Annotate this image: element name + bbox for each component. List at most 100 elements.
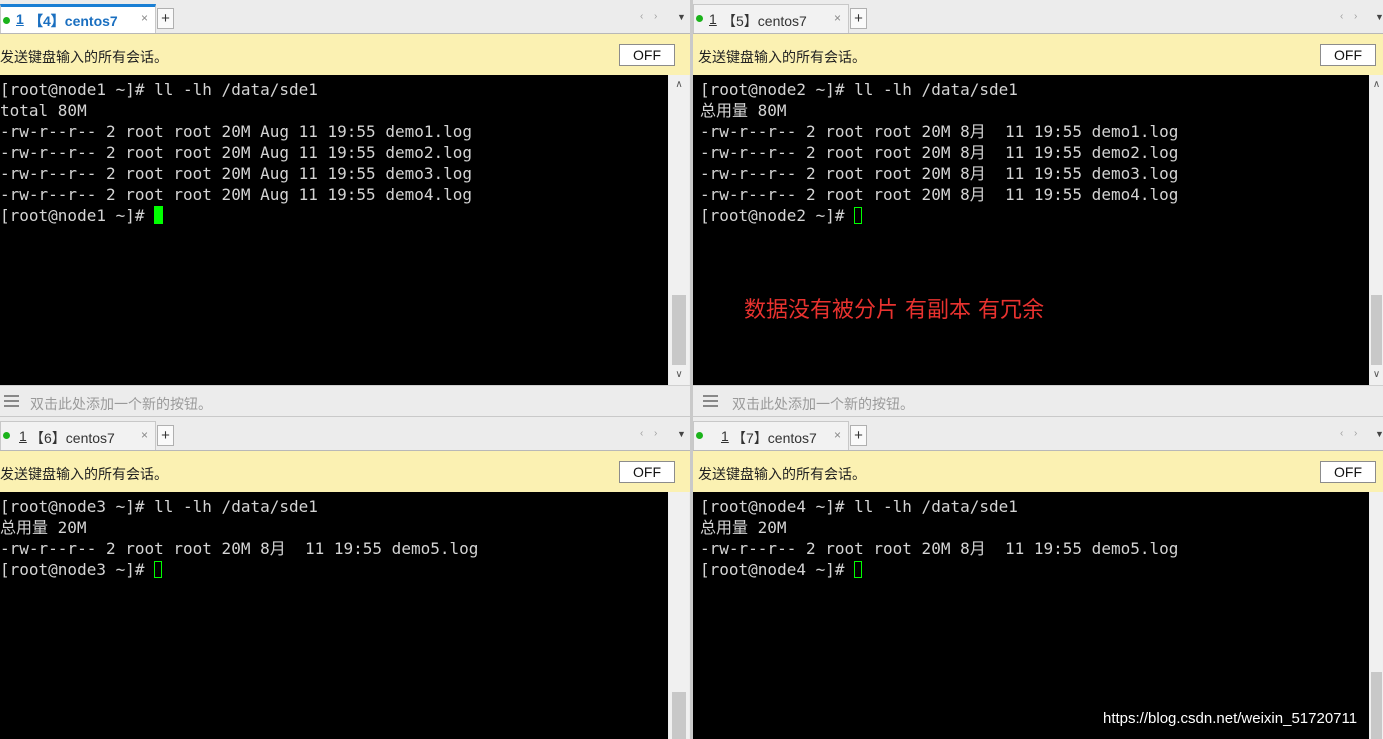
terminal-prompt: [root@node3 ~]# <box>0 560 155 579</box>
terminal-line: -rw-r--r-- 2 root root 20M 8月 11 19:55 d… <box>700 143 1179 162</box>
terminal-prompt-line: [root@node3 ~]# <box>0 559 163 580</box>
scroll-tabs-right-icon[interactable]: › <box>654 11 657 22</box>
scroll-tabs-left-icon[interactable]: ‹ <box>640 11 643 22</box>
terminal-line: -rw-r--r-- 2 root root 20M Aug 11 19:55 … <box>0 185 473 204</box>
vertical-scrollbar[interactable] <box>669 492 689 739</box>
terminal-line: -rw-r--r-- 2 root root 20M Aug 11 19:55 … <box>0 164 473 183</box>
scroll-up-icon[interactable]: ∧ <box>669 77 689 93</box>
terminal-line: [root@node3 ~]# ll -lh /data/sde1 <box>0 497 318 516</box>
close-tab-icon[interactable]: × <box>141 11 148 25</box>
broadcast-label: 发送键盘输入的所有会话。 <box>698 49 866 65</box>
connected-status-icon <box>696 432 703 439</box>
terminal-prompt-line: [root@node4 ~]# <box>700 559 863 580</box>
tab-title: 【7】centos7 <box>732 430 817 446</box>
scrollbar-thumb[interactable] <box>1371 672 1382 739</box>
button-bar-hint: 双击此处添加一个新的按钮。 <box>30 396 212 412</box>
terminal-line: -rw-r--r-- 2 root root 20M Aug 11 19:55 … <box>0 122 473 141</box>
tab-list-menu-icon[interactable]: ▼ <box>1375 429 1383 439</box>
broadcast-label: 发送键盘输入的所有会话。 <box>698 466 866 482</box>
session-tab[interactable]: 1 【6】centos7 × <box>0 421 156 450</box>
scroll-tabs-left-icon[interactable]: ‹ <box>1340 11 1343 22</box>
broadcast-off-button[interactable]: OFF <box>1320 44 1376 66</box>
annotation-text: 数据没有被分片 有副本 有冗余 <box>744 298 1044 323</box>
session-pane-2: 1 【5】centos7 × + ‹ › ▼ 发送键盘输入的所有会话。 OFF … <box>693 0 1383 416</box>
terminal-line: [root@node1 ~]# ll -lh /data/sde1 <box>0 80 318 99</box>
tab-title: 【5】centos7 <box>722 13 807 29</box>
broadcast-label: 发送键盘输入的所有会话。 <box>0 466 168 482</box>
tab-number: 1 <box>19 428 27 444</box>
terminal-output[interactable]: [root@node2 ~]# ll -lh /data/sde1 总用量 80… <box>693 75 1369 385</box>
scroll-down-icon[interactable]: ∨ <box>1370 367 1383 383</box>
tab-bar: 1 【5】centos7 × + ‹ › ▼ <box>693 0 1383 34</box>
broadcast-bar: 发送键盘输入的所有会话。 OFF <box>0 34 690 75</box>
tab-bar: 1 【4】centos7 × + ‹ › ▼ <box>0 0 690 34</box>
button-bar-hint: 双击此处添加一个新的按钮。 <box>732 396 914 412</box>
terminal-line: 总用量 20M <box>700 518 787 537</box>
tab-list-menu-icon[interactable]: ▼ <box>1375 12 1383 22</box>
hamburger-menu-icon[interactable] <box>4 395 19 407</box>
vertical-scrollbar[interactable]: ∧ ∨ <box>669 75 689 385</box>
scroll-tabs-right-icon[interactable]: › <box>1354 428 1357 439</box>
broadcast-off-button[interactable]: OFF <box>619 461 675 483</box>
close-tab-icon[interactable]: × <box>834 11 841 25</box>
terminal-prompt-line: [root@node2 ~]# <box>700 205 863 226</box>
terminal-line: 总用量 20M <box>0 518 87 537</box>
terminal-output[interactable]: [root@node4 ~]# ll -lh /data/sde1 总用量 20… <box>693 492 1369 739</box>
connected-status-icon <box>696 15 703 22</box>
vertical-scrollbar[interactable] <box>1370 492 1383 739</box>
tab-number: 1 <box>721 428 729 444</box>
terminal-line: [root@node2 ~]# ll -lh /data/sde1 <box>700 80 1018 99</box>
scroll-tabs-left-icon[interactable]: ‹ <box>1340 428 1343 439</box>
scroll-up-icon[interactable]: ∧ <box>1370 77 1383 93</box>
terminal-line: -rw-r--r-- 2 root root 20M 8月 11 19:55 d… <box>700 185 1179 204</box>
broadcast-bar: 发送键盘输入的所有会话。 OFF <box>0 451 690 492</box>
terminal-prompt: [root@node2 ~]# <box>700 206 855 225</box>
scrollbar-thumb[interactable] <box>672 295 686 365</box>
terminal-line: -rw-r--r-- 2 root root 20M 8月 11 19:55 d… <box>700 122 1179 141</box>
watermark: https://blog.csdn.net/weixin_51720711 <box>1103 710 1358 727</box>
new-tab-button[interactable]: + <box>157 8 174 29</box>
tab-number: 1 <box>709 11 717 27</box>
terminal-line: -rw-r--r-- 2 root root 20M Aug 11 19:55 … <box>0 143 473 162</box>
scroll-down-icon[interactable]: ∨ <box>669 367 689 383</box>
session-pane-4: 1 【7】centos7 × + ‹ › ▼ 发送键盘输入的所有会话。 OFF … <box>693 417 1383 739</box>
scrollbar-thumb[interactable] <box>1371 295 1382 365</box>
new-tab-button[interactable]: + <box>157 425 174 446</box>
session-tab[interactable]: 1 【7】centos7 × <box>693 421 849 450</box>
tab-list-menu-icon[interactable]: ▼ <box>677 429 686 439</box>
session-tab[interactable]: 1 【5】centos7 × <box>693 4 849 33</box>
scroll-tabs-left-icon[interactable]: ‹ <box>640 428 643 439</box>
terminal-line: -rw-r--r-- 2 root root 20M 8月 11 19:55 d… <box>700 164 1179 183</box>
scroll-tabs-right-icon[interactable]: › <box>654 428 657 439</box>
session-pane-1: 1 【4】centos7 × + ‹ › ▼ 发送键盘输入的所有会话。 OFF … <box>0 0 690 416</box>
terminal-line: [root@node4 ~]# ll -lh /data/sde1 <box>700 497 1018 516</box>
tab-list-menu-icon[interactable]: ▼ <box>677 12 686 22</box>
button-bar[interactable]: 双击此处添加一个新的按钮。 <box>693 385 1383 416</box>
cursor-icon <box>854 207 863 224</box>
broadcast-label: 发送键盘输入的所有会话。 <box>0 49 168 65</box>
button-bar[interactable]: 双击此处添加一个新的按钮。 <box>0 385 690 416</box>
close-tab-icon[interactable]: × <box>141 428 148 442</box>
terminal-line: 总用量 80M <box>700 101 787 120</box>
session-tab-active[interactable]: 1 【4】centos7 × <box>0 4 156 33</box>
hamburger-menu-icon[interactable] <box>703 395 718 407</box>
broadcast-off-button[interactable]: OFF <box>1320 461 1376 483</box>
new-tab-button[interactable]: + <box>850 425 867 446</box>
tab-bar: 1 【6】centos7 × + ‹ › ▼ <box>0 417 690 451</box>
cursor-icon <box>854 561 863 578</box>
broadcast-off-button[interactable]: OFF <box>619 44 675 66</box>
scrollbar-thumb[interactable] <box>672 692 686 739</box>
terminal-prompt-line: [root@node1 ~]# <box>0 205 164 226</box>
scroll-tabs-right-icon[interactable]: › <box>1354 11 1357 22</box>
terminal-output[interactable]: [root@node3 ~]# ll -lh /data/sde1 总用量 20… <box>0 492 668 739</box>
session-pane-3: 1 【6】centos7 × + ‹ › ▼ 发送键盘输入的所有会话。 OFF … <box>0 417 690 739</box>
new-tab-button[interactable]: + <box>850 8 867 29</box>
cursor-icon <box>154 206 164 224</box>
close-tab-icon[interactable]: × <box>834 428 841 442</box>
terminal-output[interactable]: [root@node1 ~]# ll -lh /data/sde1 total … <box>0 75 668 385</box>
terminal-line: total 80M <box>0 101 87 120</box>
broadcast-bar: 发送键盘输入的所有会话。 OFF <box>693 451 1383 492</box>
terminal-prompt: [root@node4 ~]# <box>700 560 855 579</box>
vertical-scrollbar[interactable]: ∧ ∨ <box>1370 75 1383 385</box>
broadcast-bar: 发送键盘输入的所有会话。 OFF <box>693 34 1383 75</box>
